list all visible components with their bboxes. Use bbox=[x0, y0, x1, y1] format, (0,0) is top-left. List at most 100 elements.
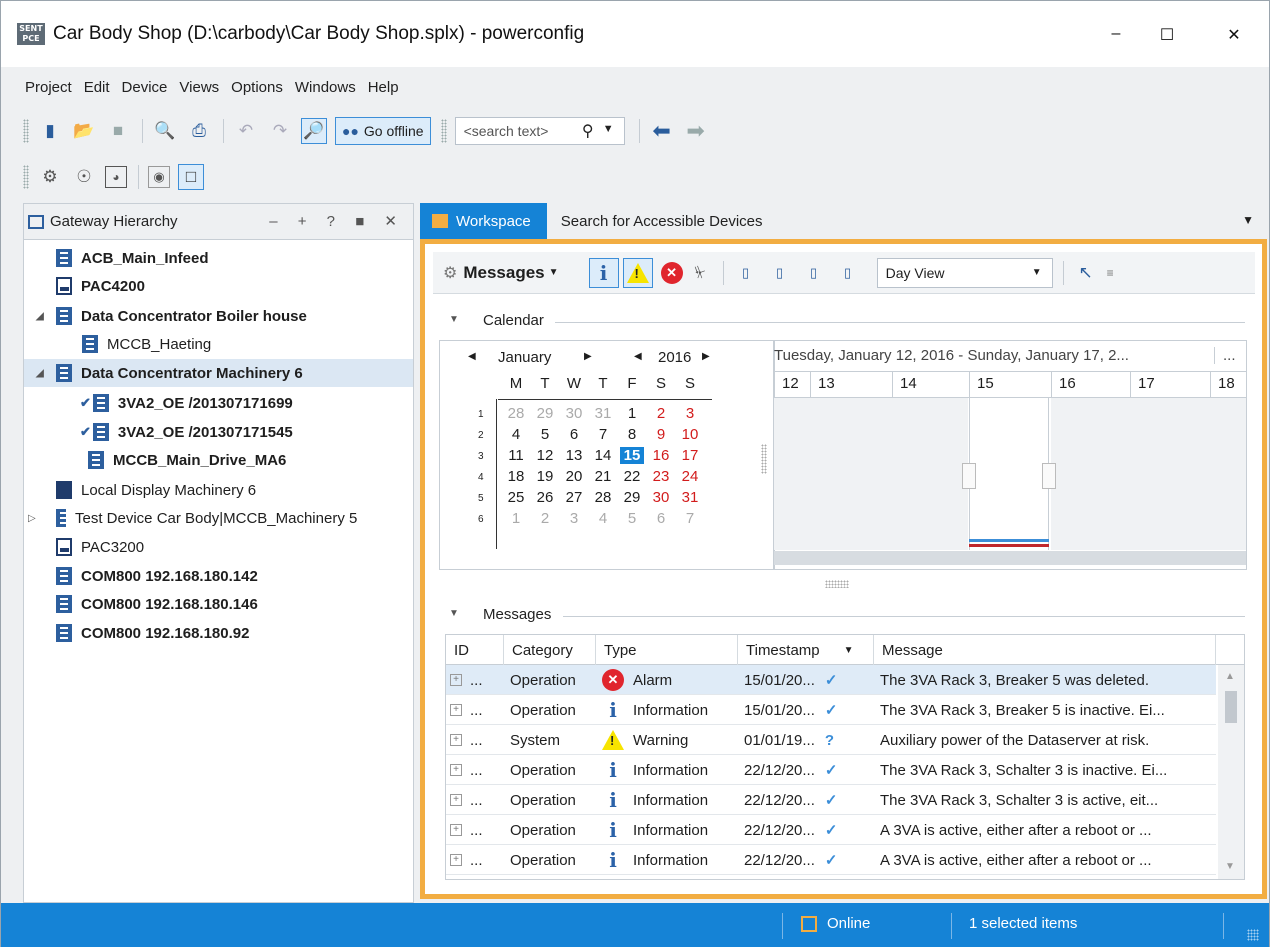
tree-item[interactable]: ✔ 3VA2_OE /201307171545 bbox=[24, 418, 413, 446]
back-arrow-icon[interactable]: ⬅ bbox=[649, 118, 675, 144]
day-header[interactable]: 16 bbox=[1059, 375, 1076, 392]
column-header-category[interactable]: Category bbox=[504, 635, 596, 665]
table-row[interactable]: +... Operation ✕ Alarm 15/01/20... ✓ The 3VA R… bbox=[446, 665, 1216, 695]
table-row[interactable]: +... Operation i Information 22/12/20... ✓ A 3… bbox=[446, 845, 1216, 875]
table-row[interactable]: +... Operation i Information 22/12/20... ✓ A 3… bbox=[446, 815, 1216, 845]
menu-windows[interactable]: Windows bbox=[295, 79, 356, 96]
calendar-day[interactable]: 28 bbox=[504, 405, 528, 422]
search-icon[interactable]: ⚲ bbox=[582, 121, 594, 141]
column-header-type[interactable]: Type bbox=[596, 635, 738, 665]
calendar-day[interactable]: 21 bbox=[591, 468, 615, 485]
tree-item[interactable]: PAC4200 bbox=[24, 272, 413, 300]
toolbar-grip[interactable] bbox=[23, 119, 29, 143]
calendar-day[interactable]: 13 bbox=[562, 447, 586, 464]
calendar-day[interactable]: 29 bbox=[533, 405, 557, 422]
calendar-day[interactable]: 16 bbox=[649, 447, 673, 464]
view-icon[interactable]: ◉ bbox=[148, 166, 170, 188]
toolbar-grip[interactable] bbox=[23, 165, 29, 189]
collapse-arrow-icon[interactable]: ▼ bbox=[449, 608, 459, 619]
calendar-day[interactable]: 2 bbox=[649, 405, 673, 422]
scroll-down-icon[interactable]: ▼ bbox=[1225, 861, 1235, 872]
calendar-day[interactable]: 10 bbox=[678, 426, 702, 443]
menu-project[interactable]: Project bbox=[25, 79, 72, 96]
new-project-icon[interactable]: ▮ bbox=[37, 118, 63, 144]
chevron-down-icon[interactable]: ▼ bbox=[549, 267, 559, 278]
day-header[interactable]: 12 bbox=[782, 375, 799, 392]
pointer-icon[interactable]: ↖ bbox=[1073, 260, 1099, 286]
calendar-day[interactable]: 20 bbox=[562, 468, 586, 485]
calendar-day[interactable]: 31 bbox=[678, 489, 702, 506]
prev-year-icon[interactable]: ◀ bbox=[634, 351, 642, 362]
close-button[interactable]: ✕ bbox=[1219, 25, 1249, 47]
toolbar-grip[interactable] bbox=[440, 119, 447, 143]
calendar-day[interactable]: 1 bbox=[620, 405, 644, 422]
tree-item[interactable]: MCCB_Haeting bbox=[24, 330, 413, 358]
table-row[interactable]: +... Operation i Information 22/12/20... ✓ The… bbox=[446, 785, 1216, 815]
calendar-day[interactable]: 9 bbox=[649, 426, 673, 443]
table-row[interactable]: +... Operation i Information 22/12/20... ✓ The… bbox=[446, 755, 1216, 785]
resize-handle[interactable] bbox=[1042, 463, 1056, 489]
menu-device[interactable]: Device bbox=[122, 79, 168, 96]
go-offline-button[interactable]: ●● Go offline bbox=[335, 117, 431, 145]
day-header[interactable]: 18 bbox=[1218, 375, 1235, 392]
tab-search-devices[interactable]: Search for Accessible Devices bbox=[561, 213, 763, 230]
search-input[interactable]: <search text> ⚲ ▼ bbox=[454, 117, 625, 145]
calendar-day[interactable]: 23 bbox=[649, 468, 673, 485]
maximize-button[interactable]: ☐ bbox=[1152, 25, 1182, 47]
calendar-day[interactable]: 5 bbox=[533, 426, 557, 443]
gears-icon[interactable]: ⚙ bbox=[37, 164, 63, 190]
print-preview-icon[interactable]: 🔍 bbox=[152, 118, 178, 144]
tree-item-selected[interactable]: ◢ Data Concentrator Machinery 6 bbox=[24, 359, 413, 387]
view-select[interactable]: Day View ▼ bbox=[876, 257, 1053, 288]
calendar-day[interactable]: 2 bbox=[533, 510, 557, 527]
workweek-nav-icon[interactable]: ▯ bbox=[801, 260, 827, 286]
day-header[interactable]: 17 bbox=[1138, 375, 1155, 392]
column-header-message[interactable]: Message bbox=[874, 635, 1216, 665]
table-row[interactable]: +... System! Warning 01/01/19...? Auxiliary … bbox=[446, 725, 1216, 755]
tree-item[interactable]: COM800 192.168.180.146 bbox=[24, 590, 413, 618]
tree-item[interactable]: ✔ 3VA2_OE /201307171699 bbox=[24, 389, 413, 417]
scrollbar-thumb[interactable] bbox=[1225, 691, 1237, 723]
horizontal-scrollbar[interactable] bbox=[774, 551, 1246, 565]
calendar-day[interactable]: 30 bbox=[649, 489, 673, 506]
tree-item[interactable]: PAC3200 bbox=[24, 533, 413, 561]
filter-info-button[interactable]: i bbox=[588, 257, 619, 288]
calendar-day[interactable]: 31 bbox=[591, 405, 615, 422]
calendar-day[interactable]: 24 bbox=[678, 468, 702, 485]
selected-day-column[interactable] bbox=[969, 398, 1049, 550]
gauge-icon[interactable]: ◕ bbox=[105, 166, 127, 188]
chevron-down-icon[interactable]: ▼ bbox=[603, 123, 614, 135]
range-more-button[interactable]: ... bbox=[1214, 347, 1236, 364]
column-header-id[interactable]: ID bbox=[446, 635, 504, 665]
menu-options[interactable]: Options bbox=[231, 79, 283, 96]
month-label[interactable]: January bbox=[498, 349, 551, 366]
undo-icon[interactable]: ↶ bbox=[233, 118, 259, 144]
expand-plus-icon[interactable]: + bbox=[450, 854, 462, 866]
calendar-day[interactable]: 12 bbox=[533, 447, 557, 464]
tab-workspace[interactable]: Workspace bbox=[420, 203, 547, 239]
tree-item[interactable]: MCCB_Main_Drive_MA6 bbox=[24, 446, 413, 474]
table-row[interactable]: +... Operation i Information 15/01/20... ✓ The… bbox=[446, 695, 1216, 725]
prev-month-icon[interactable]: ◀ bbox=[468, 351, 476, 362]
expand-plus-icon[interactable]: + bbox=[450, 764, 462, 776]
save-icon[interactable]: ■ bbox=[105, 118, 131, 144]
day-header[interactable]: 14 bbox=[900, 375, 917, 392]
calendar-day[interactable]: 30 bbox=[562, 405, 586, 422]
open-folder-icon[interactable]: 📂 bbox=[71, 118, 97, 144]
network-icon[interactable]: ☉ bbox=[71, 164, 97, 190]
find-device-icon[interactable]: 🔎 bbox=[301, 118, 327, 144]
expand-plus-icon[interactable]: + bbox=[450, 704, 462, 716]
calendar-day[interactable]: 14 bbox=[591, 447, 615, 464]
message-view-icon[interactable]: □ bbox=[178, 164, 204, 190]
calendar-day[interactable]: 22 bbox=[620, 468, 644, 485]
calendar-day[interactable]: 3 bbox=[562, 510, 586, 527]
menu-help[interactable]: Help bbox=[368, 79, 399, 96]
tree-item[interactable]: COM800 192.168.180.142 bbox=[24, 562, 413, 590]
day-header[interactable]: 15 bbox=[977, 375, 994, 392]
next-year-icon[interactable]: ▶ bbox=[702, 351, 710, 362]
panel-controls[interactable]: – + ? ■ ✕ bbox=[269, 212, 405, 230]
calendar-day[interactable]: 26 bbox=[533, 489, 557, 506]
vertical-scrollbar[interactable]: ▲ ▼ bbox=[1218, 665, 1244, 879]
calendar-day[interactable]: 27 bbox=[562, 489, 586, 506]
tab-dropdown-icon[interactable]: ▼ bbox=[1242, 213, 1254, 227]
